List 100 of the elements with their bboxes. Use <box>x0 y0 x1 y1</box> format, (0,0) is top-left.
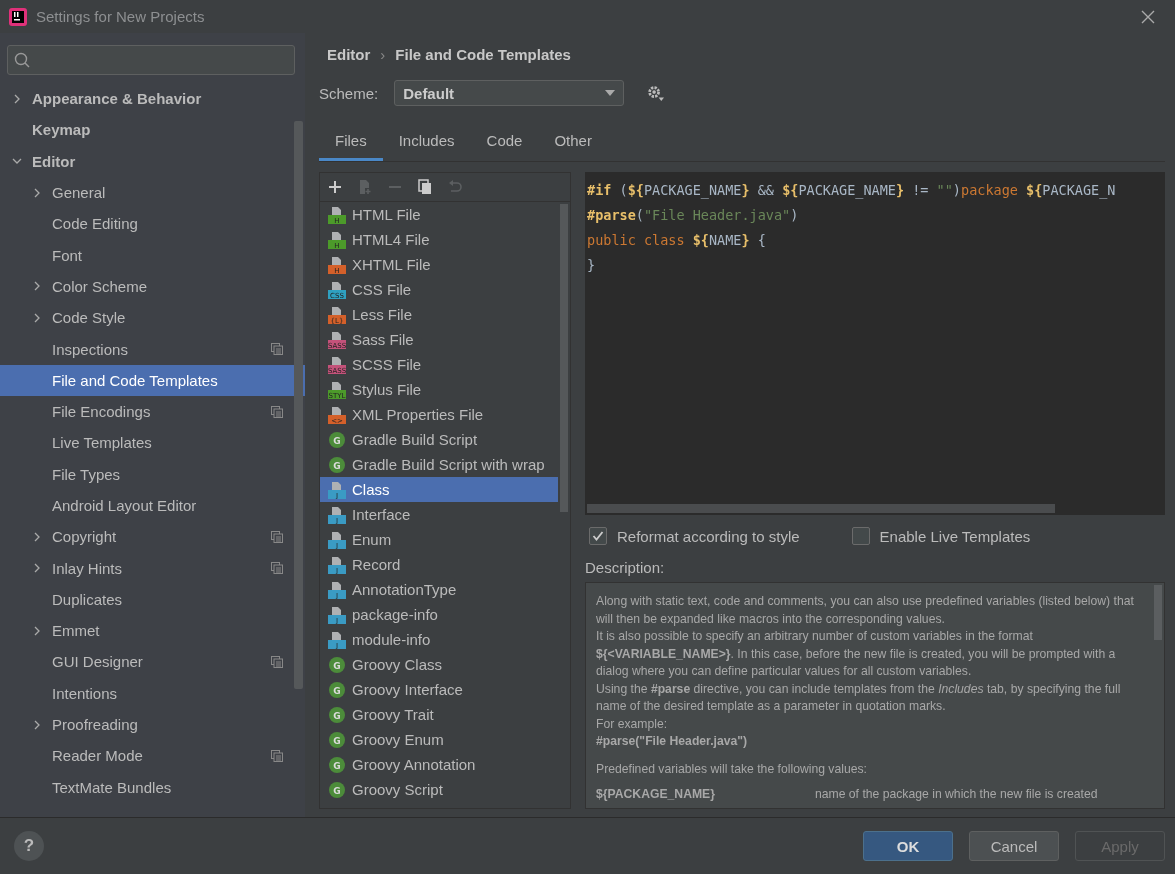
sidebar-item[interactable]: Color Scheme <box>0 270 293 303</box>
dialog-button[interactable]: Cancel <box>969 831 1059 861</box>
project-scope-icon <box>271 749 283 762</box>
template-item[interactable]: G Gradle Build Script <box>320 427 558 452</box>
code-token: ( <box>618 182 628 198</box>
code-token: PACKAGE_NAME <box>643 182 742 198</box>
code-token: } <box>741 182 750 198</box>
code-token: ${ <box>692 232 709 248</box>
sidebar-item[interactable]: GUI Designer <box>0 646 293 678</box>
template-item[interactable]: G Groovy Script <box>320 777 558 802</box>
chevron-icon <box>32 625 42 636</box>
chevron-icon <box>32 312 42 323</box>
sidebar-item[interactable]: Reader Mode <box>0 740 293 772</box>
scrollbar[interactable] <box>294 121 303 689</box>
project-scope-icon <box>271 343 283 355</box>
scrollbar[interactable] <box>587 504 1055 513</box>
groovy-icon: G <box>328 730 346 749</box>
sidebar-item[interactable]: TextMate Bundles <box>0 771 293 803</box>
breadcrumb-item: Editor <box>327 45 371 63</box>
tab[interactable]: Files <box>319 124 383 161</box>
code-token: ) <box>790 207 799 223</box>
code-token: } <box>587 257 596 273</box>
code-token: ( <box>635 207 644 223</box>
code-token: PACKAGE_N <box>1042 182 1116 198</box>
code-token: PACKAGE_NAME <box>798 182 896 198</box>
groovy-icon: G <box>328 455 346 474</box>
code-token: } <box>741 232 750 248</box>
code-token: ${ <box>782 182 799 198</box>
checkbox[interactable] <box>589 527 607 545</box>
sidebar-item[interactable]: Editor <box>0 145 293 177</box>
code-token: ) <box>952 182 961 198</box>
dialog-button[interactable]: OK <box>863 831 953 861</box>
sidebar-item[interactable]: File Types <box>0 458 293 490</box>
tab[interactable]: Other <box>538 124 608 161</box>
sidebar-item[interactable]: Android Layout Editor <box>0 489 293 522</box>
template-item[interactable]: G Groovy Enum <box>320 727 558 752</box>
template-item[interactable]: G Groovy Annotation <box>320 752 558 777</box>
scheme-label: Scheme: <box>319 84 379 102</box>
code-token: && <box>756 182 775 198</box>
sidebar-item[interactable]: File and Code Templates <box>0 364 305 396</box>
code-token: #if <box>587 182 612 198</box>
add-icon[interactable] <box>328 180 342 194</box>
variable-description: name of the package in which the new file is created <box>814 786 1098 803</box>
sidebar-item[interactable]: Intentions <box>0 677 293 709</box>
code-editor[interactable]: #if (${PACKAGE_NAME} && ${PACKAGE_NAME} != "")package ${PACKAGE_N #parse("File Header.java") public class ${NAME} { } <box>585 172 1165 515</box>
window-title: Settings for New Projects <box>36 8 206 25</box>
project-scope-icon <box>271 656 283 668</box>
sidebar-item[interactable]: Keymap <box>0 114 293 146</box>
chevron-icon <box>12 93 22 104</box>
sidebar-item[interactable]: Live Templates <box>0 427 293 459</box>
template-item[interactable]: G Groovy Class <box>320 652 558 677</box>
sidebar-item[interactable]: Inspections <box>0 333 293 365</box>
groovy-icon: G <box>328 780 346 799</box>
scrollbar[interactable] <box>560 204 568 512</box>
close-icon[interactable] <box>1141 9 1155 24</box>
sidebar-item[interactable]: File Encodings <box>0 395 293 428</box>
groovy-icon: G <box>328 755 346 774</box>
tab[interactable]: Code <box>470 124 539 161</box>
project-scope-icon <box>271 530 283 543</box>
code-token: } <box>895 182 905 198</box>
sidebar-item[interactable]: Appearance & Behavior <box>0 83 293 115</box>
groovy-icon: G <box>328 430 346 449</box>
description-text: Predefined variables will take the following values: <box>596 760 868 778</box>
groovy-icon: G <box>328 705 346 724</box>
sidebar-item[interactable]: Emmet <box>0 615 293 647</box>
sidebar-item[interactable]: Proofreading <box>0 708 293 741</box>
code-token: "" <box>936 182 953 198</box>
sidebar-item[interactable]: General <box>0 176 293 209</box>
project-scope-icon <box>271 562 283 575</box>
code-token: NAME <box>708 232 742 248</box>
code-token: ${ <box>627 182 644 198</box>
tab[interactable]: Includes <box>382 124 471 161</box>
template-item[interactable]: G Groovy Trait <box>320 702 558 727</box>
sidebar-item[interactable]: Duplicates <box>0 583 293 616</box>
groovy-icon: G <box>328 680 346 699</box>
sidebar-item[interactable]: Code Editing <box>0 208 293 240</box>
template-item[interactable]: G Groovy Interface <box>320 677 558 702</box>
checkbox[interactable] <box>851 527 870 545</box>
help-button[interactable]: ? <box>14 831 44 861</box>
search-field[interactable] <box>7 45 295 75</box>
code-token: "File Header.java" <box>643 207 791 223</box>
code-token: package <box>961 182 1019 198</box>
chevron-icon <box>32 531 42 542</box>
checkbox-label: Reformat according to style <box>617 527 800 545</box>
sidebar-item[interactable]: Code Style <box>0 302 293 334</box>
caret-icon <box>605 90 616 96</box>
chevron-icon <box>32 563 42 574</box>
code-token: { <box>756 232 766 248</box>
chevron-icon <box>32 719 42 730</box>
sidebar-item[interactable]: Copyright <box>0 521 293 553</box>
settings-icon[interactable] <box>646 84 665 102</box>
copy-icon[interactable] <box>418 179 432 195</box>
code-token: public class <box>587 232 686 248</box>
sidebar-item[interactable]: Inlay Hints <box>0 552 293 584</box>
template-item[interactable]: G Gradle Build Script with wrap <box>320 452 558 477</box>
breadcrumb-item: › <box>380 45 386 63</box>
sidebar-item[interactable]: Font <box>0 239 293 271</box>
check-icon <box>592 530 604 542</box>
app-logo-icon <box>8 6 28 27</box>
scheme-dropdown[interactable]: Default <box>394 80 625 106</box>
